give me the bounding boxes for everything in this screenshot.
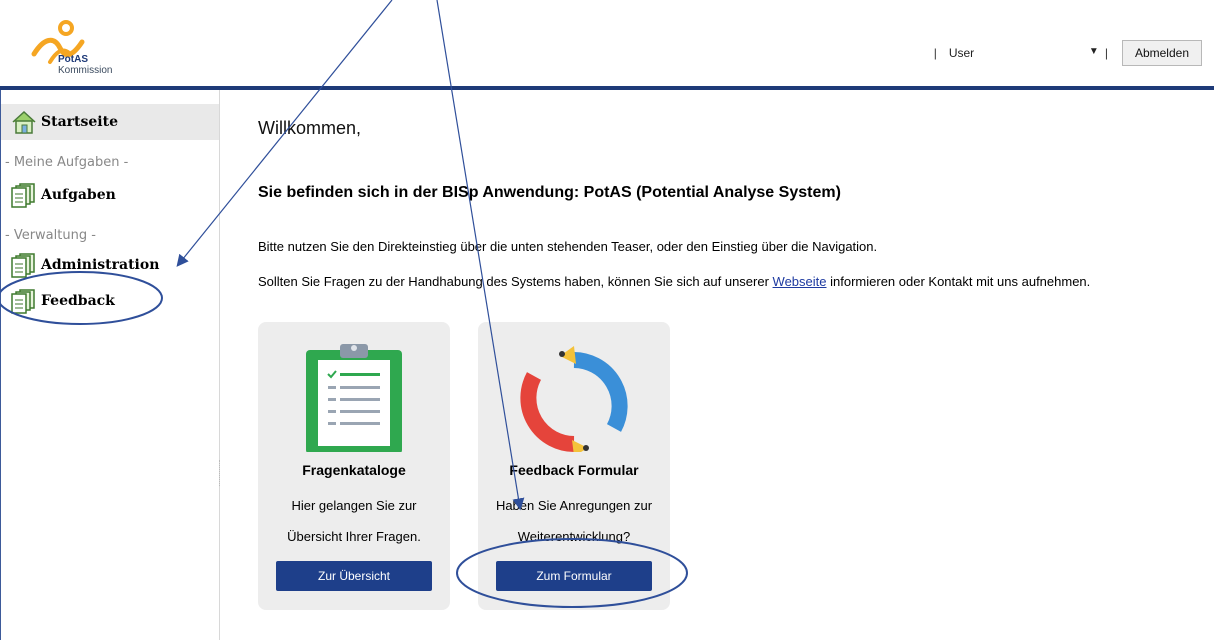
website-link[interactable]: Webseite — [773, 274, 827, 289]
help-text: Sollten Sie Fragen zu der Handhabung des… — [258, 274, 1090, 289]
app-header: PotAS Kommission | User ▼ | Abmelden — [0, 0, 1214, 86]
sidebar-item-administration[interactable]: Administration — [11, 252, 159, 278]
documents-icon — [11, 183, 35, 208]
sidebar-item-label: Feedback — [41, 293, 115, 309]
user-dropdown-label: User — [948, 46, 975, 60]
main-content: Willkommen, Sie befinden sich in der BIS… — [220, 90, 1214, 640]
card-description-line: Weiterentwicklung? — [517, 529, 631, 544]
pencil-cycle-icon — [520, 346, 628, 452]
overview-button[interactable]: Zur Übersicht — [276, 561, 432, 591]
sidebar-section-tasks: - Meine Aufgaben - — [5, 155, 129, 170]
sidebar-item-home[interactable]: Startseite — [11, 109, 118, 135]
clipboard-icon — [306, 344, 402, 452]
header-controls: | User ▼ | Abmelden — [928, 40, 1202, 66]
intro-text: Bitte nutzen Sie den Direkteinstieg über… — [258, 239, 878, 254]
teaser-card-feedback: Feedback Formular Haben Sie Anregungen z… — [478, 322, 670, 610]
chevron-down-icon: ▼ — [1088, 46, 1099, 57]
sidebar-item-label: Aufgaben — [41, 187, 116, 203]
card-description-line: Übersicht Ihrer Fragen. — [287, 529, 421, 544]
card-description-line: Haben Sie Anregungen zur — [495, 498, 653, 513]
card-description: Hier gelangen Sie zur Übersicht Ihrer Fr… — [258, 490, 450, 552]
logo-name: PotAS — [58, 54, 88, 65]
separator: | — [933, 46, 937, 60]
home-icon — [12, 110, 36, 134]
card-title: Fragenkataloge — [302, 462, 406, 478]
teaser-card-questions: Fragenkataloge Hier gelangen Sie zur Übe… — [258, 322, 450, 610]
form-button[interactable]: Zum Formular — [496, 561, 652, 591]
sidebar: Startseite - Meine Aufgaben - Aufgaben -… — [1, 90, 220, 640]
logo-subtitle: Kommission — [58, 65, 113, 76]
welcome-heading: Willkommen, — [258, 118, 362, 138]
card-title: Feedback Formular — [509, 462, 639, 478]
sidebar-item-feedback[interactable]: Feedback — [11, 288, 115, 314]
user-dropdown[interactable]: User ▼ — [943, 46, 1099, 60]
sidebar-item-label: Startseite — [41, 114, 118, 130]
separator: | — [1104, 46, 1108, 60]
card-description: Haben Sie Anregungen zur Weiterentwicklu… — [478, 490, 670, 552]
documents-icon — [11, 253, 35, 278]
card-description-line: Hier gelangen Sie zur — [291, 498, 417, 513]
sidebar-item-label: Administration — [41, 257, 160, 273]
page-title: Sie befinden sich in der BISp Anwendung:… — [258, 184, 841, 201]
help-text-before: Sollten Sie Fragen zu der Handhabung des… — [258, 274, 773, 289]
sidebar-section-admin: - Verwaltung - — [5, 228, 96, 243]
documents-icon — [11, 289, 35, 314]
logout-button[interactable]: Abmelden — [1121, 40, 1202, 66]
sidebar-item-tasks[interactable]: Aufgaben — [11, 182, 116, 208]
logo-text: PotAS Kommission — [58, 54, 112, 76]
help-text-after: informieren oder Kontakt mit uns aufnehm… — [826, 274, 1091, 289]
